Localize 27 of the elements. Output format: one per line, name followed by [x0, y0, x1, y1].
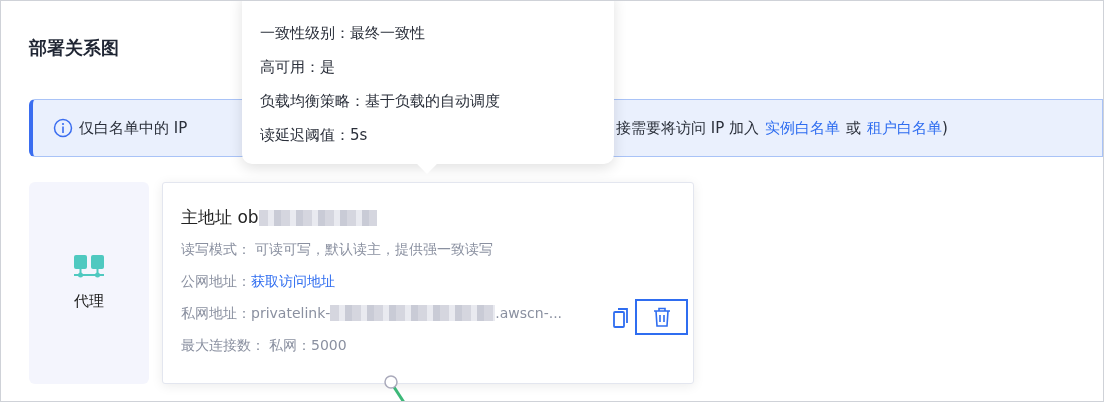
- field-label: 公网地址：: [181, 271, 251, 291]
- info-icon: [53, 118, 73, 138]
- field-value: .awscn-...: [495, 303, 563, 323]
- field-label: 读写模式：: [181, 239, 251, 259]
- proxy-icon: [73, 253, 105, 280]
- field-value: privatelink-: [251, 303, 331, 323]
- field-label: 最大连接数：: [181, 335, 265, 355]
- section-title: 部署关系图: [29, 37, 119, 58]
- access-address-link[interactable]: 获取访问地址: [251, 270, 335, 292]
- tooltip-line: 负载均衡策略：基于负载的自动调度: [260, 91, 501, 112]
- address-title: 主地址 ob: [181, 206, 259, 230]
- alert-text: 或: [846, 117, 861, 139]
- field-value: 私网：5000: [269, 335, 347, 355]
- copy-icon[interactable]: [613, 307, 629, 329]
- alert-text: 仅白名单中的 IP: [79, 117, 188, 139]
- tooltip-line: 读延迟阈值：5s: [260, 125, 369, 146]
- delete-button[interactable]: [635, 299, 688, 335]
- field-value: 可读可写，默认读主，提供强一致读写: [255, 239, 493, 259]
- tooltip-line: 高可用：是: [260, 57, 336, 78]
- alert-text: ): [942, 117, 948, 139]
- alert-text: 接需要将访问 IP 加入: [616, 117, 759, 139]
- proxy-label: 代理: [74, 290, 104, 312]
- delete-icon: [652, 307, 671, 327]
- tooltip-line: 一致性级别：最终一致性: [260, 23, 426, 44]
- instance-whitelist-link[interactable]: 实例白名单: [765, 116, 840, 140]
- field-label: 私网地址：: [181, 303, 251, 323]
- tenant-whitelist-link[interactable]: 租户白名单: [867, 116, 942, 140]
